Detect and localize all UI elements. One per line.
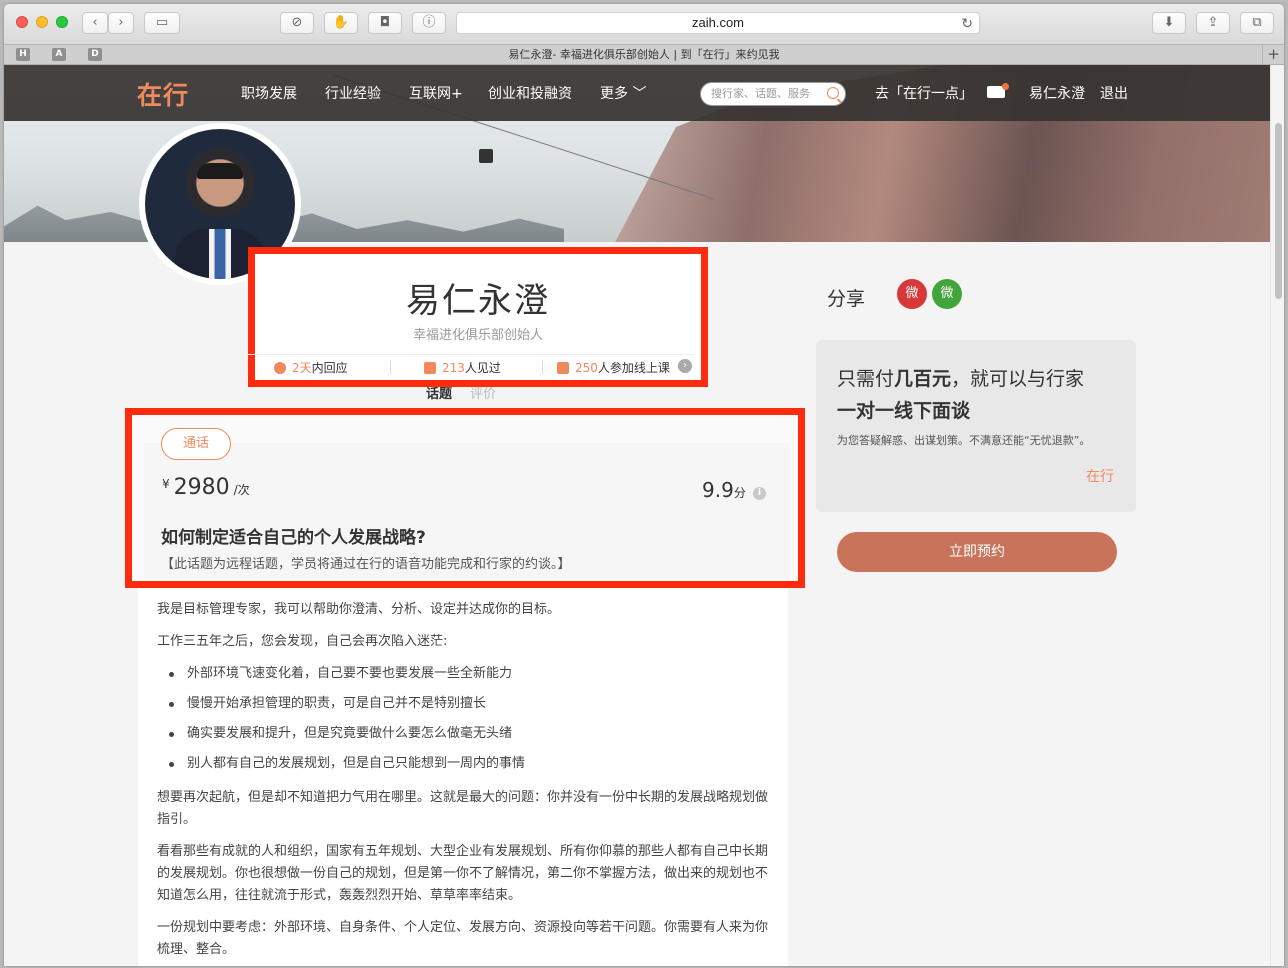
search-placeholder: 搜行家、话题、服务 <box>711 87 810 100</box>
share-icon[interactable]: ⇪ <box>1196 12 1230 34</box>
currency-symbol: ¥ <box>162 477 170 491</box>
divider <box>542 360 543 374</box>
divider <box>390 360 391 374</box>
promo-subtext: 为您答疑解惑、出谋划策。不满意还能“无忧退款”。 <box>837 434 1091 447</box>
nav-item-internet[interactable]: 互联网+ <box>409 83 463 103</box>
browser-window: ‹ › ▭ ⊘ ✋ ◘ ⓘ zaih.com ↻ ⬇ ⇪ ⧉ 易仁永澄- 幸福进… <box>4 4 1284 966</box>
stats-bar: 2天内回应 213人见过 250人参加线上课 › <box>248 354 694 376</box>
price-value: 2980 <box>173 475 230 500</box>
desc-list: 外部环境飞速变化着，自己要不要也要发展一些全新能力 慢慢开始承担管理的职责，可是… <box>167 663 769 775</box>
stat-online-course[interactable]: 250人参加线上课 <box>557 359 670 376</box>
message-icon[interactable] <box>987 83 1009 98</box>
back-button[interactable]: ‹ <box>82 12 108 34</box>
sidebar-icon[interactable]: ▭ <box>144 12 180 34</box>
stat-met-num: 213 <box>442 361 465 375</box>
book-now-button[interactable]: 立即预约 <box>837 532 1117 572</box>
weibo-icon[interactable]: 微 <box>897 279 927 309</box>
downloads-icon[interactable]: ⬇ <box>1152 12 1186 34</box>
desc-paragraph: 一份规划中要考虑：外部环境、自身条件、个人定位、发展方向、资源投向等若干问题。你… <box>157 920 769 957</box>
tabs-overview-icon[interactable]: ⧉ <box>1240 12 1274 34</box>
promo-link[interactable]: 在行 <box>1086 466 1114 486</box>
list-item: 别人都有自己的发展规划，但是自己只能想到一周内的事情 <box>167 753 769 775</box>
nav-yidian-link[interactable]: 去「在行一点」 <box>875 83 973 103</box>
favorite-a[interactable]: A <box>52 48 66 61</box>
wechat-icon[interactable]: 微 <box>932 279 962 309</box>
notification-dot <box>1002 83 1009 90</box>
stat-response-label: 内回应 <box>311 361 348 375</box>
search-icon[interactable] <box>827 87 839 99</box>
reload-icon[interactable]: ↻ <box>961 13 973 33</box>
nav-item-startup[interactable]: 创业和投融资 <box>488 83 572 103</box>
topic-description: 我是目标管理专家，我可以帮助你澄清、分析、设定并达成你的目标。 工作三五年之后，… <box>138 585 788 966</box>
site-logo[interactable]: 在行 <box>137 76 189 112</box>
promo-emphasis: 几百元 <box>894 368 952 390</box>
stat-met: 213人见过 <box>424 359 501 376</box>
topic-card[interactable]: 通话 ¥2980/次 9.9分 i 如何制定适合自己的个人发展战略? 【此话题为… <box>125 408 805 588</box>
new-tab-button[interactable]: + <box>1262 45 1284 64</box>
desc-paragraph: 工作三五年之后，您会发现，自己会再次陷入迷茫: <box>157 634 448 649</box>
gondola-icon <box>479 149 493 163</box>
tab-title[interactable]: 易仁永澄- 幸福进化俱乐部创始人 | 到「在行」来约见我 <box>4 45 1284 64</box>
minimize-window-button[interactable] <box>36 16 48 28</box>
web-page: 在行 职场发展 行业经验 互联网+ 创业和投融资 更多 ﹀ 搜行家、话题、服务 … <box>4 65 1270 966</box>
expert-name: 易仁永澄 <box>406 281 550 321</box>
page-scrollbar[interactable] <box>1270 65 1284 966</box>
stat-course-num: 250 <box>575 361 598 375</box>
topic-title[interactable]: 如何制定适合自己的个人发展战略? <box>161 523 426 548</box>
nav-item-more[interactable]: 更多 ﹀ <box>600 83 646 103</box>
browser-toolbar: ‹ › ▭ ⊘ ✋ ◘ ⓘ zaih.com ↻ ⬇ ⇪ ⧉ <box>4 4 1284 44</box>
chevron-right-icon[interactable]: › <box>678 359 692 373</box>
extension-hand-icon[interactable]: ✋ <box>324 12 358 34</box>
list-item: 外部环境飞速变化着，自己要不要也要发展一些全新能力 <box>167 663 769 685</box>
share-label: 分享 <box>827 288 866 310</box>
expert-title: 幸福进化俱乐部创始人 <box>412 328 543 343</box>
desc-paragraph: 看看那些有成就的人和组织，国家有五年规划、大型企业有发展规划、所有你仰慕的那些人… <box>157 844 769 903</box>
zoom-window-button[interactable] <box>56 16 68 28</box>
info-circle-icon[interactable]: ⓘ <box>412 12 446 34</box>
promo-panel: 只需付几百元，就可以与行家 一对一线下面谈 为您答疑解惑、出谋划策。不满意还能“… <box>816 340 1136 512</box>
tab-bar: 易仁永澄- 幸福进化俱乐部创始人 | 到「在行」来约见我 H A D + <box>4 44 1284 65</box>
desc-paragraph: 想要再次起航，但是却不知道把力气用在哪里。这就是最大的问题：你并没有一份中长期的… <box>157 790 769 827</box>
screen-icon <box>557 362 569 374</box>
call-type-button[interactable]: 通话 <box>161 428 231 460</box>
nav-user-name[interactable]: 易仁永澄 <box>1029 83 1085 103</box>
list-item: 确实要发展和提升，但是究竟要做什么要怎么做毫无头绪 <box>167 723 769 745</box>
coffee-icon <box>424 362 436 374</box>
clock-icon <box>274 362 286 374</box>
profile-header-card: 易仁永澄 幸福进化俱乐部创始人 2天内回应 213人见过 250人参加线上课 › <box>248 247 708 387</box>
favorite-d[interactable]: D <box>88 48 102 61</box>
score-unit: 分 <box>733 486 746 500</box>
promo-headline-2: 一对一线下面谈 <box>837 400 971 422</box>
block-icon[interactable]: ⊘ <box>280 12 314 34</box>
info-icon[interactable]: i <box>753 487 766 500</box>
address-bar[interactable]: zaih.com ↻ <box>456 12 980 34</box>
site-nav: 在行 职场发展 行业经验 互联网+ 创业和投融资 更多 ﹀ 搜行家、话题、服务 … <box>4 65 1270 121</box>
forward-button[interactable]: › <box>108 12 134 34</box>
camera-icon[interactable]: ◘ <box>368 12 402 34</box>
price-unit: /次 <box>233 483 250 497</box>
nav-item-industry[interactable]: 行业经验 <box>325 83 381 103</box>
score-value: 9.9 <box>702 478 734 502</box>
desc-paragraph: 我是目标管理专家，我可以帮助你澄清、分析、设定并达成你的目标。 <box>157 602 561 617</box>
nav-item-career[interactable]: 职场发展 <box>241 83 297 103</box>
stat-response-num: 2天 <box>292 361 312 375</box>
window-controls <box>16 16 68 28</box>
stat-met-label: 人见过 <box>464 361 501 375</box>
search-input[interactable]: 搜行家、话题、服务 <box>700 82 846 106</box>
nav-logout[interactable]: 退出 <box>1100 83 1128 103</box>
topic-price: ¥2980/次 <box>162 475 250 500</box>
stat-course-label: 人参加线上课 <box>597 361 670 375</box>
scroll-thumb[interactable] <box>1275 123 1282 299</box>
favorite-h[interactable]: H <box>16 48 30 61</box>
promo-text: ，就可以与行家 <box>951 368 1085 390</box>
promo-text: 只需付 <box>837 368 895 390</box>
list-item: 慢慢开始承担管理的职责，可是自己并不是特别擅长 <box>167 693 769 715</box>
url-text: zaih.com <box>691 15 745 30</box>
close-window-button[interactable] <box>16 16 28 28</box>
topic-note: 【此话题为远程话题，学员将通过在行的语音功能完成和行家的约谈。】 <box>161 557 571 572</box>
promo-headline: 只需付几百元，就可以与行家 <box>837 364 1084 391</box>
topic-score: 9.9分 <box>702 478 746 502</box>
stat-response: 2天内回应 <box>274 359 348 376</box>
